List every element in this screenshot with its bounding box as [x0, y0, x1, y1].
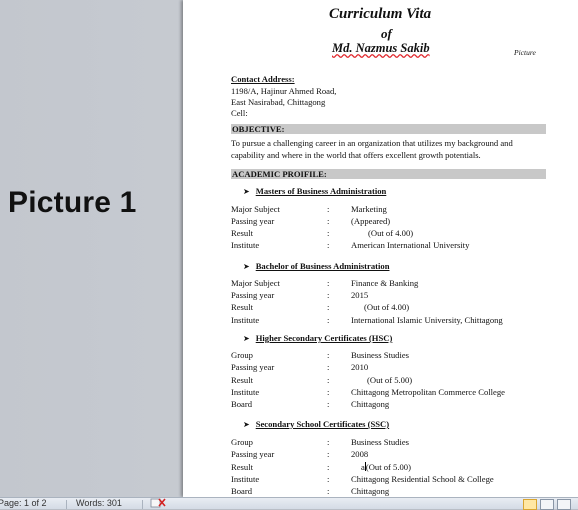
row-label: Major Subject	[231, 204, 280, 214]
arrow-bullet-icon: ➤	[243, 187, 250, 196]
row-value: 2008	[351, 449, 369, 459]
objective-line-2: capability and where in the world that o…	[231, 150, 481, 160]
row-colon: :	[327, 278, 330, 288]
arrow-bullet-icon: ➤	[243, 334, 250, 343]
degree-heading-hsc: ➤ Higher Secondary Certificates (HSC)	[243, 333, 392, 343]
row-label: Board	[231, 486, 253, 496]
row-value: Chittagong	[351, 399, 390, 409]
row-label: Institute	[231, 315, 260, 325]
objective-line-1: To pursue a challenging career in an org…	[231, 138, 513, 148]
row-label: Institute	[231, 474, 260, 484]
row-colon: :	[327, 449, 330, 459]
objective-heading: OBJECTIVE:	[231, 124, 546, 134]
contact-line-1: 1198/A, Hajinur Ahmed Road,	[231, 86, 337, 96]
row-label: Institute	[231, 387, 260, 397]
row-value: Chittagong	[351, 486, 390, 496]
row-label: Result	[231, 228, 253, 238]
academic-heading: ACADEMIC PROIFILE:	[231, 169, 546, 179]
overlay-label: Picture 1	[8, 186, 137, 219]
status-bar: Page: 1 of 2 Words: 301	[0, 497, 578, 510]
word-count[interactable]: Words: 301	[76, 498, 122, 508]
contact-line-2: East Nasirabad, Chittagong	[231, 97, 326, 107]
row-value: Finance & Banking	[351, 278, 419, 288]
row-colon: :	[327, 216, 330, 226]
row-label: Result	[231, 302, 253, 312]
degree-title: Bachelor of Business Administration	[255, 261, 390, 271]
page-count[interactable]: Page: 1 of 2	[0, 498, 47, 508]
row-label: Passing year	[231, 216, 275, 226]
row-label: Result	[231, 375, 253, 385]
row-value: 2015	[351, 290, 369, 300]
document-page[interactable]: Curriculum Vita of Md. Nazmus Sakib Pict…	[183, 0, 578, 497]
row-colon: :	[327, 290, 330, 300]
degree-heading-mba: ➤ Masters of Business Administration	[243, 186, 386, 196]
row-colon: :	[327, 362, 330, 372]
degree-heading-ssc: ➤ Secondary School Certificates (SSC)	[243, 419, 389, 429]
row-value: Business Studies	[351, 437, 410, 447]
row-value: (Out of 4.00)	[368, 228, 414, 238]
row-label: Passing year	[231, 449, 275, 459]
arrow-bullet-icon: ➤	[243, 420, 250, 429]
contact-line-3: Cell:	[231, 108, 248, 118]
row-value: 2010	[351, 362, 369, 372]
degree-title: Higher Secondary Certificates (HSC)	[255, 333, 393, 343]
row-value: Chittagong Metropolitan Commerce College	[351, 387, 505, 397]
row-label: Board	[231, 399, 253, 409]
row-colon: :	[327, 240, 330, 250]
row-colon: :	[327, 486, 330, 496]
row-colon: :	[327, 315, 330, 325]
row-label: Group	[231, 350, 253, 360]
proofing-error-icon[interactable]	[150, 497, 166, 510]
row-colon: :	[327, 302, 330, 312]
row-value: International Islamic University, Chitta…	[351, 315, 503, 325]
row-value: (Out of 5.00)	[365, 462, 411, 472]
row-label: Major Subject	[231, 278, 280, 288]
row-colon: :	[327, 375, 330, 385]
row-colon: :	[327, 437, 330, 447]
degree-title: Masters of Business Administration	[255, 186, 387, 196]
row-colon: :	[327, 387, 330, 397]
picture-placeholder: Picture	[514, 48, 536, 57]
document-workspace: Picture 1 Curriculum Vita of Md. Nazmus …	[0, 0, 578, 497]
print-layout-view-icon[interactable]	[523, 499, 537, 510]
row-colon: :	[327, 228, 330, 238]
row-colon: :	[327, 462, 330, 472]
contact-heading: Contact Address:	[231, 74, 295, 84]
row-value: Chittagong Residential School & College	[351, 474, 494, 484]
web-layout-view-icon[interactable]	[557, 499, 571, 510]
arrow-bullet-icon: ➤	[243, 262, 250, 271]
cv-title-of: of	[381, 26, 392, 41]
row-value: Business Studies	[351, 350, 410, 360]
row-value: Marketing	[351, 204, 387, 214]
row-value: American International University	[351, 240, 470, 250]
row-colon: :	[327, 474, 330, 484]
degree-heading-bba: ➤ Bachelor of Business Administration	[243, 261, 389, 271]
full-screen-reading-view-icon[interactable]	[540, 499, 554, 510]
degree-title: Secondary School Certificates (SSC)	[255, 419, 390, 429]
row-colon: :	[327, 399, 330, 409]
row-value: (Appeared)	[351, 216, 391, 226]
cv-title: Curriculum Vita	[329, 6, 432, 22]
row-label: Group	[231, 437, 253, 447]
row-label: Passing year	[231, 290, 275, 300]
row-label: Result	[231, 462, 253, 472]
row-colon: :	[327, 204, 330, 214]
row-value: (Out of 5.00)	[367, 375, 413, 385]
row-value-with-cursor[interactable]: a(Out of 5.00)	[361, 462, 411, 472]
row-value: (Out of 4.00)	[364, 302, 410, 312]
row-colon: :	[327, 350, 330, 360]
cv-name: Md. Nazmus Sakib	[332, 41, 430, 55]
row-label: Institute	[231, 240, 260, 250]
row-label: Passing year	[231, 362, 275, 372]
